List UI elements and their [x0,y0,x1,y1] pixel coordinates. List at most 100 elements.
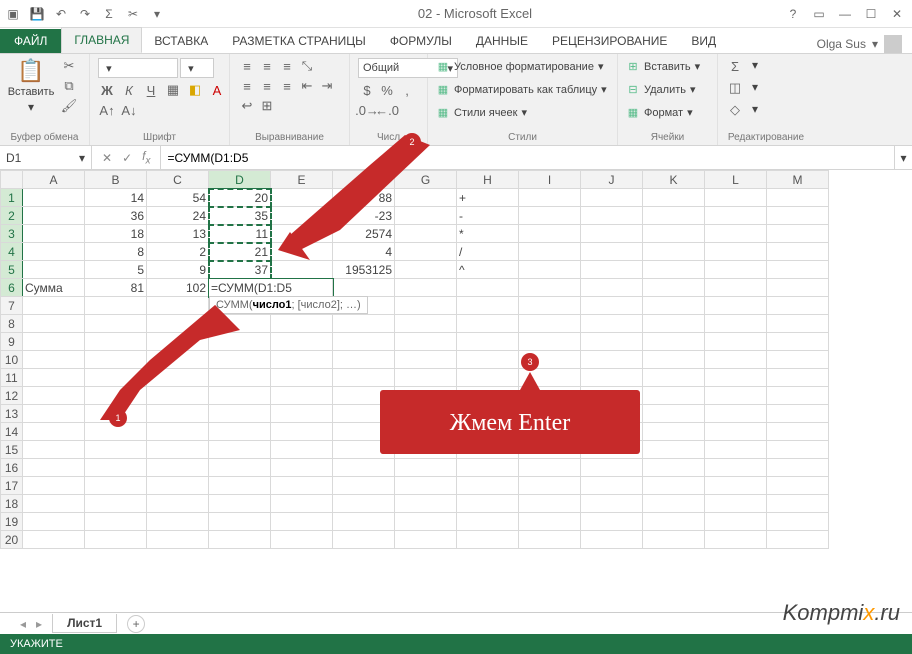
expand-formula-bar-icon[interactable]: ▾ [894,146,912,169]
row-header[interactable]: 7 [1,297,23,315]
autosum-icon[interactable]: Σ [726,58,744,74]
avatar[interactable] [884,35,902,53]
cell[interactable]: 14 [85,189,147,207]
sheet-nav-prev-icon[interactable]: ◂ [20,617,26,631]
col-header[interactable]: K [643,171,705,189]
user-name[interactable]: Olga Sus [817,37,866,51]
cell[interactable] [395,189,457,207]
format-painter-icon[interactable]: 🖌 [60,98,78,114]
indent-left-icon[interactable]: ⇤ [298,78,316,94]
col-header[interactable]: B [85,171,147,189]
active-cell-editor[interactable]: =СУММ(D1:D5 СУММ(число1; [число2]; …) [209,279,333,297]
format-as-table-button[interactable]: ▦Форматировать как таблицу▾ [436,81,607,98]
row-header[interactable]: 4 [1,243,23,261]
col-header[interactable]: C [147,171,209,189]
col-header[interactable]: J [581,171,643,189]
col-header[interactable]: G [395,171,457,189]
currency-icon[interactable]: $ [358,82,376,98]
bold-icon[interactable]: Ж [98,82,116,98]
tab-file[interactable]: ФАЙЛ [0,29,61,53]
cell[interactable] [23,189,85,207]
enter-formula-icon[interactable]: ✓ [122,151,132,165]
row-header[interactable]: 5 [1,261,23,279]
qat-dropdown-icon[interactable]: ▾ [150,7,164,21]
col-header[interactable]: M [767,171,829,189]
help-icon[interactable]: ? [786,7,800,21]
percent-icon[interactable]: % [378,82,396,98]
format-cells-button[interactable]: ▦Формат▾ [626,104,693,121]
copy-icon[interactable]: ⧉ [60,78,78,94]
minimize-icon[interactable]: — [838,7,852,21]
decrease-decimal-icon[interactable]: ←.0 [378,102,396,118]
wrap-text-icon[interactable]: ↩ [238,98,256,114]
chevron-down-icon[interactable]: ▾ [79,151,85,165]
cut-icon[interactable]: ✂ [60,58,78,74]
col-header[interactable]: A [23,171,85,189]
decrease-font-icon[interactable]: A↓ [120,102,138,118]
font-size-select[interactable]: ▾ [180,58,214,78]
align-bottom-icon[interactable]: ≡ [278,58,296,74]
undo-icon[interactable]: ↶ [54,7,68,21]
tab-view[interactable]: ВИД [679,29,728,53]
formula-bar-input[interactable]: =СУММ(D1:D5 [161,146,894,169]
indent-right-icon[interactable]: ⇥ [318,78,336,94]
redo-icon[interactable]: ↷ [78,7,92,21]
cell[interactable]: + [457,189,519,207]
orientation-icon[interactable]: ⤡ [298,58,316,74]
col-header[interactable]: I [519,171,581,189]
cut-icon[interactable]: ✂ [126,7,140,21]
delete-cells-button[interactable]: ⊟Удалить▾ [626,81,696,98]
merge-icon[interactable]: ⊞ [258,98,276,114]
cancel-formula-icon[interactable]: ✕ [102,151,112,165]
cell[interactable] [271,189,333,207]
align-center-icon[interactable]: ≡ [258,78,276,94]
name-box[interactable]: D1▾ [0,146,92,169]
align-left-icon[interactable]: ≡ [238,78,256,94]
col-header[interactable]: E [271,171,333,189]
user-dropdown-icon[interactable]: ▾ [872,37,878,51]
align-middle-icon[interactable]: ≡ [258,58,276,74]
cell[interactable]: 54 [147,189,209,207]
col-header[interactable]: H [457,171,519,189]
tab-page-layout[interactable]: РАЗМЕТКА СТРАНИЦЫ [220,29,378,53]
row-header[interactable]: 2 [1,207,23,225]
tab-insert[interactable]: ВСТАВКА [142,29,220,53]
select-all-corner[interactable] [1,171,23,189]
border-icon[interactable]: ▦ [164,82,182,98]
ribbon-options-icon[interactable]: ▭ [812,7,826,21]
col-header[interactable]: L [705,171,767,189]
sheet-nav-next-icon[interactable]: ▸ [36,617,42,631]
font-color-icon[interactable]: A [208,82,226,98]
paste-button[interactable]: 📋 Вставить ▾ [8,58,54,114]
comma-icon[interactable]: , [398,82,416,98]
close-icon[interactable]: ✕ [890,7,904,21]
tab-data[interactable]: ДАННЫЕ [464,29,540,53]
tab-formulas[interactable]: ФОРМУЛЫ [378,29,464,53]
row-header[interactable]: 6 [1,279,23,297]
col-header[interactable]: D [209,171,271,189]
conditional-formatting-button[interactable]: ▦Условное форматирование▾ [436,58,603,75]
insert-function-icon[interactable]: fx [142,149,150,166]
clear-icon[interactable]: ◇ [726,102,744,118]
save-icon[interactable]: 💾 [30,7,44,21]
increase-font-icon[interactable]: A↑ [98,102,116,118]
font-family-select[interactable]: ▾ [98,58,178,78]
cell-styles-button[interactable]: ▦Стили ячеек▾ [436,104,527,121]
fill-color-icon[interactable]: ◧ [186,82,204,98]
tab-home[interactable]: ГЛАВНАЯ [61,27,142,53]
cell[interactable]: 20 [209,189,271,207]
add-sheet-icon[interactable]: + [127,615,145,633]
row-header[interactable]: 1 [1,189,23,207]
maximize-icon[interactable]: ☐ [864,7,878,21]
cell[interactable]: 88 [333,189,395,207]
increase-decimal-icon[interactable]: .0→ [358,102,376,118]
col-header[interactable]: F [333,171,395,189]
sheet-tab[interactable]: Лист1 [52,614,117,633]
autosum-icon[interactable]: Σ [102,7,116,21]
align-right-icon[interactable]: ≡ [278,78,296,94]
insert-cells-button[interactable]: ⊞Вставить▾ [626,58,700,75]
fill-icon[interactable]: ◫ [726,80,744,96]
underline-icon[interactable]: Ч [142,82,160,98]
row-header[interactable]: 3 [1,225,23,243]
align-top-icon[interactable]: ≡ [238,58,256,74]
